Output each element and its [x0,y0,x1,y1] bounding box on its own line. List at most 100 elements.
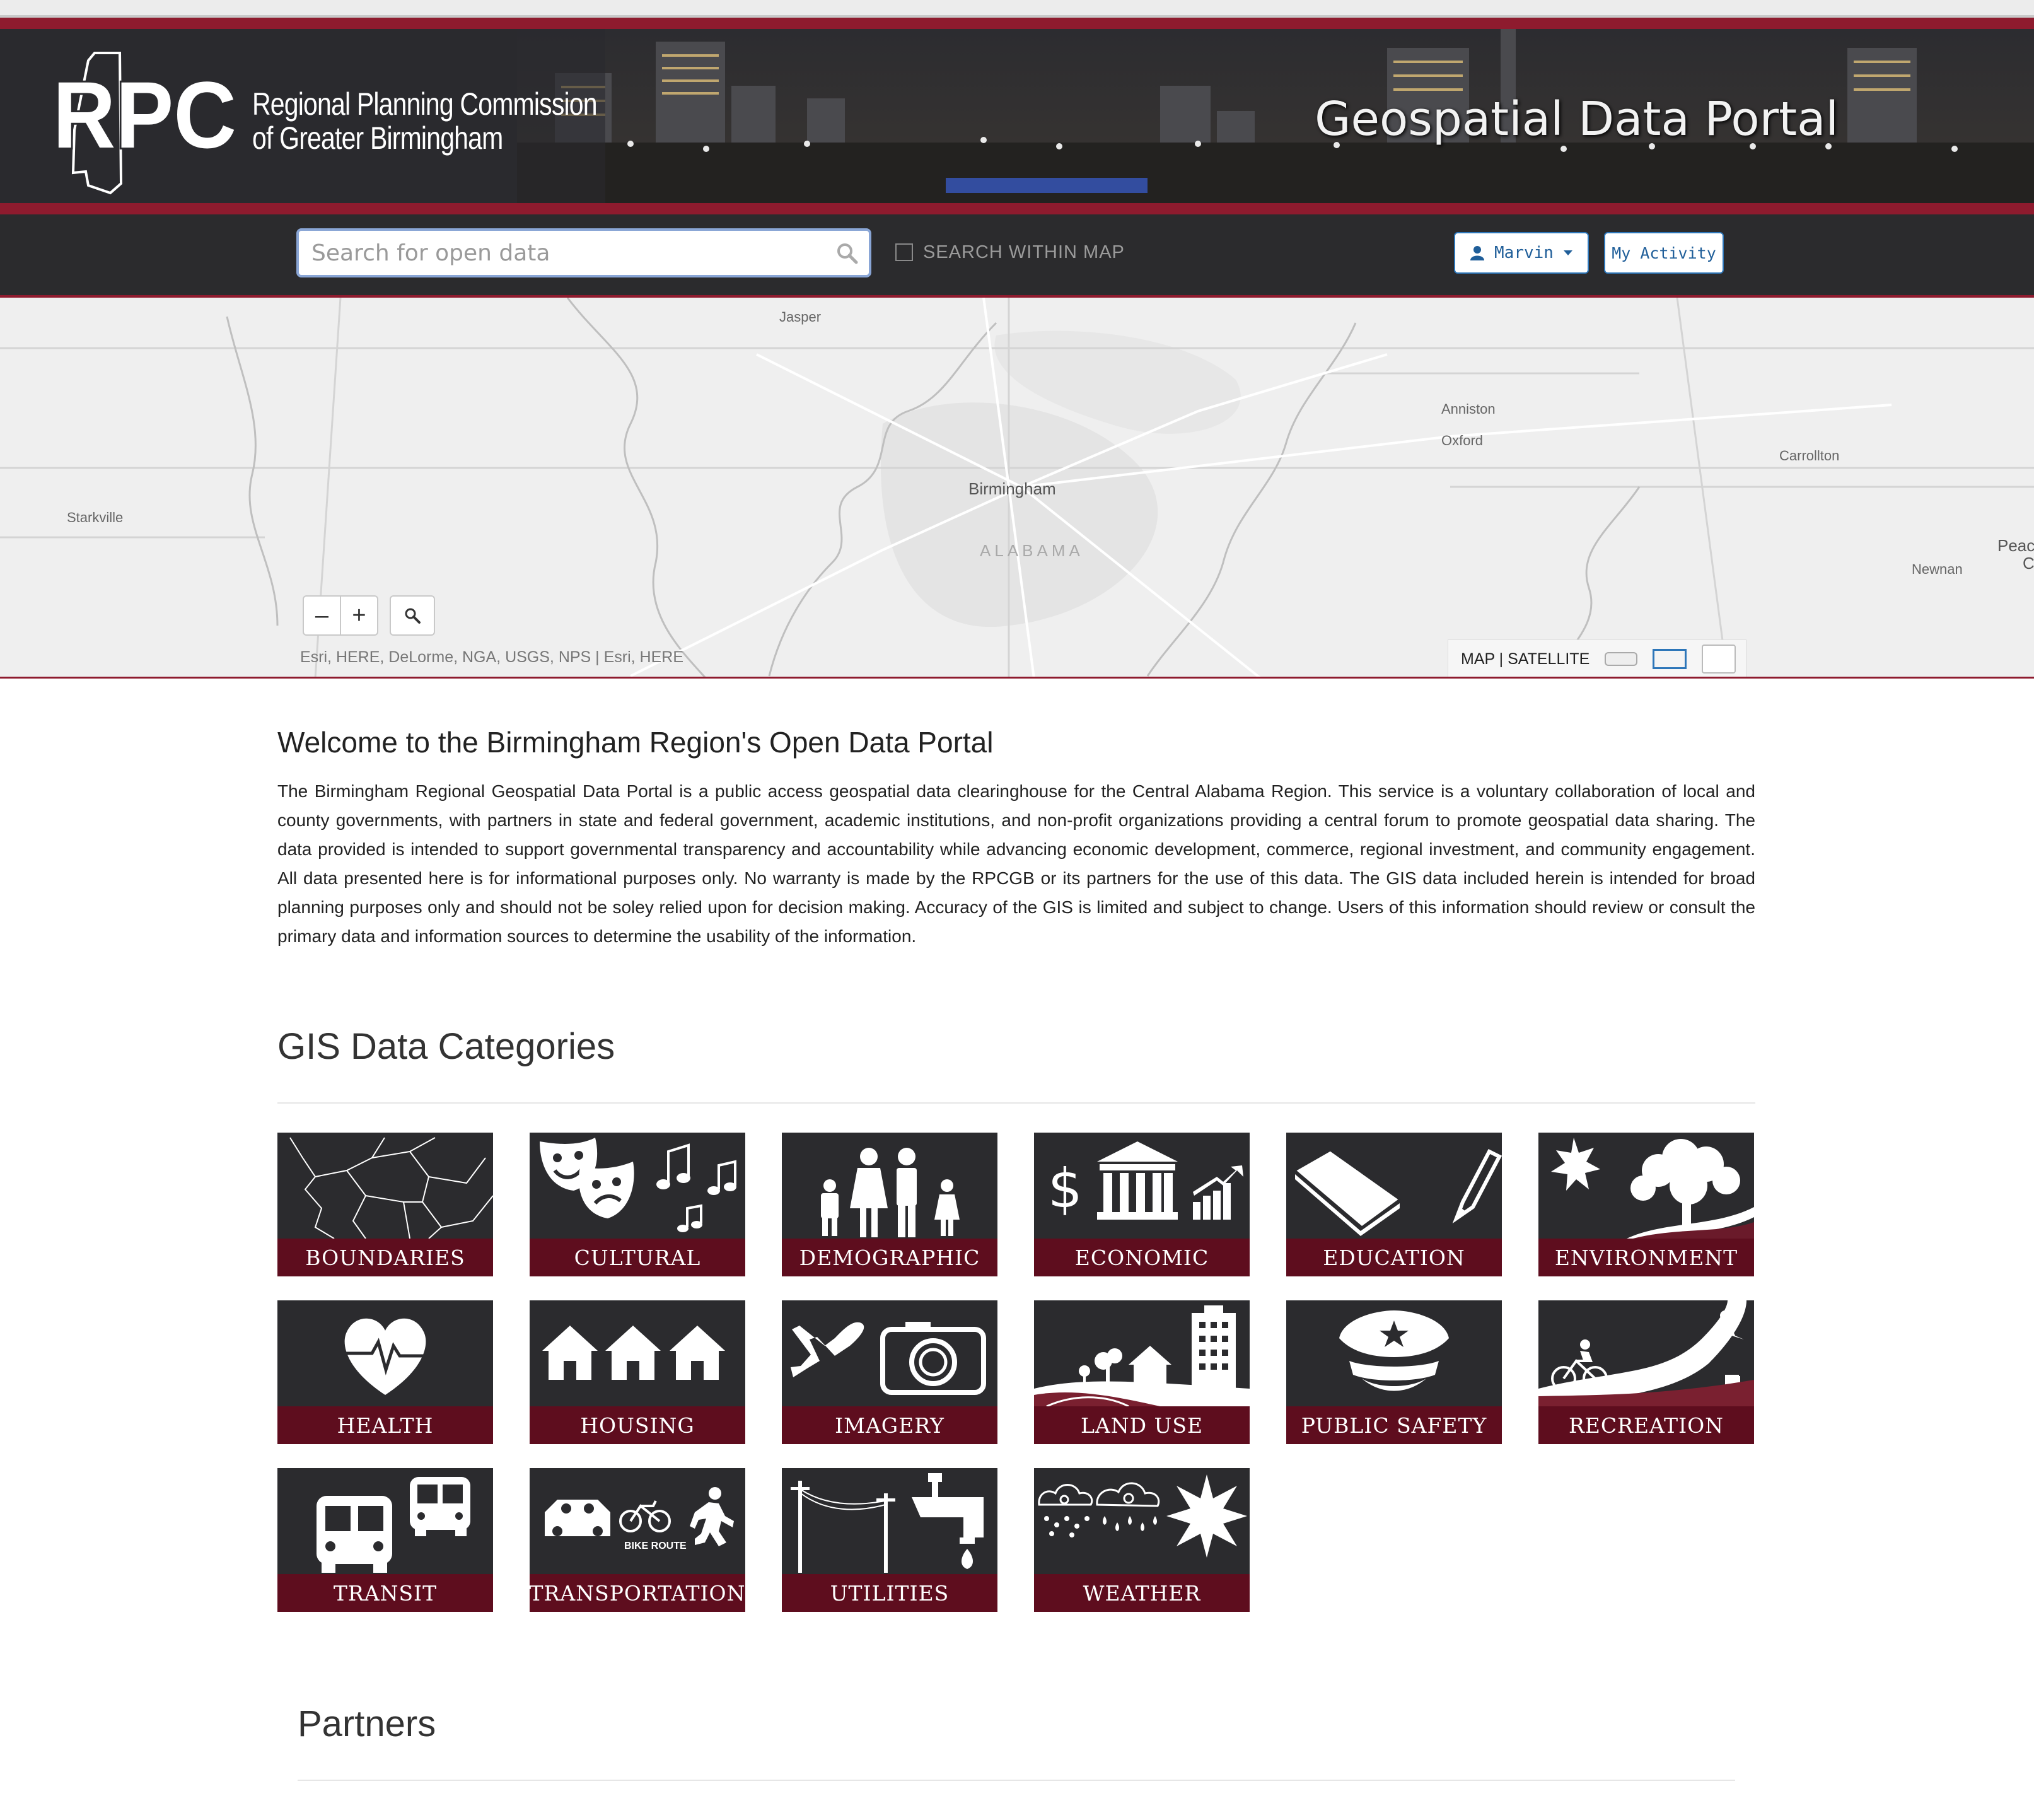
portal-title: Geospatial Data Portal [1315,92,1839,146]
category-tile-housing[interactable]: HOUSING [530,1300,745,1444]
partners-heading: Partners [298,1703,436,1744]
boundaries-icon [289,1137,493,1239]
welcome-section: Welcome to the Birmingham Region's Open … [277,725,1755,951]
user-icon [1470,246,1485,260]
map-label-alabama: ALABAMA [980,541,1084,560]
category-label: WEATHER [1034,1574,1250,1612]
divider [298,1780,1735,1781]
basemap-toggle-label[interactable]: MAP | SATELLITE [1461,650,1589,668]
org-name-line2: of Greater Birmingham [252,120,503,156]
organization-name: Regional Planning Commission of Greater … [252,86,598,156]
category-tile-land-use[interactable]: LAND USE [1034,1300,1250,1444]
magnifier-icon [405,608,421,624]
environment-icon [1551,1138,1754,1239]
demographic-icon [821,1148,960,1237]
land-use-icon [1034,1305,1250,1406]
housing-icon [542,1326,725,1380]
map-label-carrollton: Carrollton [1779,448,1840,464]
bike-route-sign: BIKE ROUTE [624,1541,687,1551]
rpc-logo: RPC [51,52,238,195]
category-tile-economic[interactable]: $ ECONOMIC [1034,1133,1250,1276]
category-label: DEMOGRAPHIC [782,1239,997,1276]
category-tile-recreation[interactable]: RECREATION [1538,1300,1754,1444]
map-search-button[interactable] [390,595,435,636]
map-label-oxford: Oxford [1441,433,1484,448]
category-tile-health[interactable]: HEALTH [277,1300,493,1444]
rpc-logo-text: RPC [53,62,236,168]
map-view[interactable]: Jasper Anniston Oxford Carrollton Birmin… [0,298,2034,679]
category-tile-weather[interactable]: WEATHER [1034,1468,1250,1612]
zoom-control: – + [303,595,378,636]
map-label-newnan: Newnan [1912,561,1963,577]
user-menu-button[interactable]: Marvin [1454,232,1589,274]
map-attribution: Esri, HERE, DeLorme, NGA, USGS, NPS | Es… [300,648,684,666]
category-label: BOUNDARIES [277,1239,493,1276]
transit-icon [317,1477,470,1573]
divider [277,1102,1755,1104]
category-label: ENVIRONMENT [1538,1239,1754,1276]
category-label: ECONOMIC [1034,1239,1250,1276]
map-label-birmingham: Birmingham [968,479,1056,498]
category-tile-education[interactable]: EDUCATION [1286,1133,1502,1276]
org-name-line1: Regional Planning Commission [252,86,598,122]
education-icon [1293,1149,1502,1236]
category-label: PUBLIC SAFETY [1286,1406,1502,1444]
welcome-heading: Welcome to the Birmingham Region's Open … [277,726,994,759]
user-menu-label: Marvin [1494,243,1554,262]
category-tile-imagery[interactable]: IMAGERY [782,1300,997,1444]
map-label-jasper: Jasper [779,309,822,325]
transportation-icon: BIKE ROUTE [545,1487,734,1551]
svg-text:$: $ [1048,1157,1083,1220]
search-input[interactable] [311,236,816,270]
public-safety-icon [1339,1310,1449,1391]
category-tile-environment[interactable]: ENVIRONMENT [1538,1133,1754,1276]
welcome-body: The Birmingham Regional Geospatial Data … [277,781,1755,946]
browser-top-edge [0,0,2034,18]
my-activity-button[interactable]: My Activity [1604,232,1724,274]
zoom-out-button[interactable]: – [304,597,340,634]
basemap-option-2[interactable] [1653,649,1687,669]
weather-icon [1038,1474,1247,1558]
zoom-in-button[interactable]: + [340,597,377,634]
search-within-map-label: SEARCH WITHIN MAP [923,242,1125,262]
search-within-map-checkbox[interactable] [895,243,913,261]
categories-heading: GIS Data Categories [277,1026,615,1067]
basemap-switcher: MAP | SATELLITE [1448,639,1746,677]
utilities-icon [791,1473,984,1573]
search-within-map-toggle[interactable]: SEARCH WITHIN MAP [895,240,1125,265]
category-tile-public-safety[interactable]: PUBLIC SAFETY [1286,1300,1502,1444]
category-label: LAND USE [1034,1406,1250,1444]
chevron-down-icon [1563,250,1572,255]
category-tile-transit[interactable]: TRANSIT [277,1468,493,1612]
category-label: UTILITIES [782,1574,997,1612]
category-label: TRANSIT [277,1574,493,1612]
imagery-icon [791,1322,986,1395]
category-label: CULTURAL [530,1239,745,1276]
category-tile-demographic[interactable]: DEMOGRAPHIC [782,1133,997,1276]
category-label: IMAGERY [782,1406,997,1444]
cultural-icon [540,1138,736,1232]
category-tile-boundaries[interactable]: BOUNDARIES [277,1133,493,1276]
map-label-starkville: Starkville [67,510,124,525]
site-banner: RPC Regional Planning Commission of Grea… [0,18,2034,214]
search-box [296,228,871,277]
basemap-option-1[interactable] [1605,652,1638,666]
search-icon[interactable] [836,242,859,265]
map-label-anniston: Anniston [1441,401,1496,417]
category-label: RECREATION [1538,1406,1754,1444]
category-label: TRANSPORTATION [530,1574,745,1612]
category-label: HOUSING [530,1406,745,1444]
basemap-option-3[interactable] [1702,645,1736,674]
recreation-icon [1538,1300,1754,1406]
category-tile-utilities[interactable]: UTILITIES [782,1468,997,1612]
search-toolbar: SEARCH WITHIN MAP Marvin My Activity [0,214,2034,298]
health-icon [344,1318,426,1395]
economic-icon: $ [1048,1141,1243,1220]
category-tile-cultural[interactable]: CULTURAL [530,1133,745,1276]
map-label-peachtree-2: C [2023,554,2034,573]
category-label: EDUCATION [1286,1239,1502,1276]
category-label: HEALTH [277,1406,493,1444]
map-label-peachtree: Peac [1997,536,2034,555]
category-tile-transportation[interactable]: BIKE ROUTE TRANSPORTATION [530,1468,745,1612]
category-grid: BOUNDARIES CULTURAL DEMOGRAPHIC $ ECONOM… [277,1133,1755,1612]
